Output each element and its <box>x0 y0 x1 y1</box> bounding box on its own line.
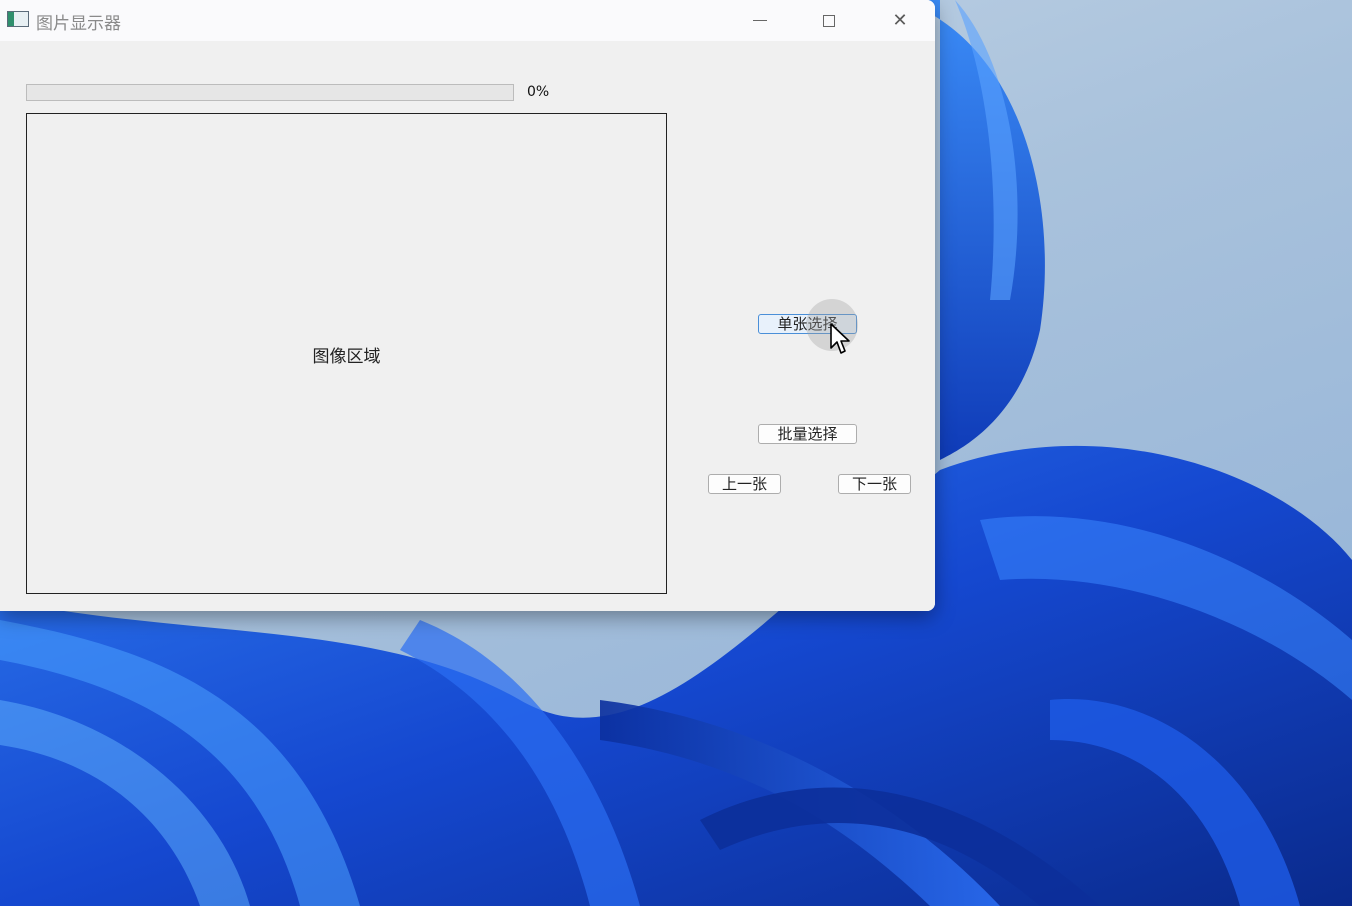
minimize-button[interactable] <box>725 0 795 41</box>
close-icon: ✕ <box>892 10 908 31</box>
maximize-icon <box>823 14 835 27</box>
window-title: 图片显示器 <box>36 14 121 34</box>
minimize-icon <box>753 20 767 21</box>
app-window-icon <box>7 11 29 27</box>
mouse-cursor-icon <box>830 323 850 354</box>
progress-label: 0% <box>527 84 550 100</box>
title-bar[interactable]: 图片显示器 ✕ <box>0 0 935 41</box>
image-display-area: 图像区域 <box>26 113 667 594</box>
desktop: 图片显示器 ✕ 0% 图像区域 单张选择 批量选择 上一张 下一张 <box>0 0 1352 906</box>
client-area: 0% 图像区域 单张选择 批量选择 上一张 下一张 <box>0 41 935 611</box>
maximize-button[interactable] <box>794 0 864 41</box>
batch-select-button[interactable]: 批量选择 <box>758 424 857 444</box>
progress-bar <box>26 84 514 101</box>
close-button[interactable]: ✕ <box>865 0 935 41</box>
app-window: 图片显示器 ✕ 0% 图像区域 单张选择 批量选择 上一张 下一张 <box>0 0 935 611</box>
previous-image-button[interactable]: 上一张 <box>708 474 781 494</box>
image-area-placeholder: 图像区域 <box>312 347 381 367</box>
next-image-button[interactable]: 下一张 <box>838 474 911 494</box>
